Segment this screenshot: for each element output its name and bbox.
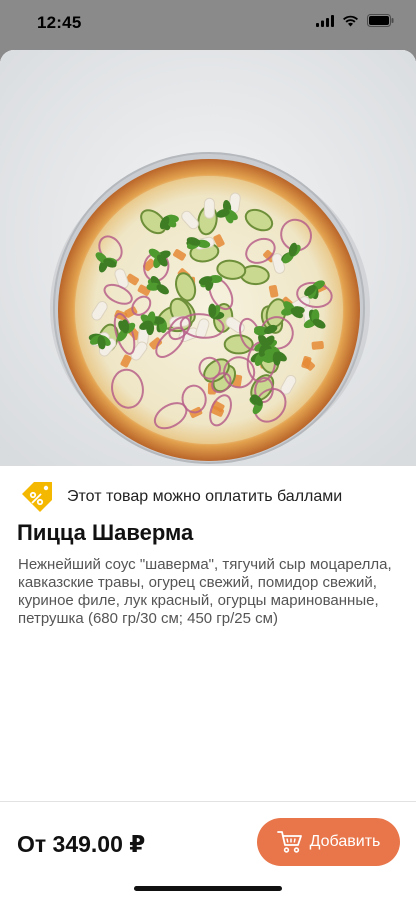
- add-to-cart-button[interactable]: Добавить: [257, 818, 400, 866]
- points-payment-note: Этот товар можно оплатить баллами: [18, 477, 342, 517]
- battery-icon: [367, 14, 394, 27]
- product-title: Пицца Шаверма: [17, 520, 194, 545]
- points-payment-text: Этот товар можно оплатить баллами: [67, 488, 343, 505]
- home-indicator: [134, 886, 282, 891]
- product-description: Нежнейший соус "шаверма", тягучий сыр мо…: [18, 556, 392, 627]
- product-sheet: Этот товар можно оплатить баллами Пицца …: [0, 50, 416, 900]
- status-icons: [316, 14, 394, 27]
- status-bar: 12:45: [0, 0, 416, 44]
- signal-icon: [316, 14, 334, 27]
- product-image: [0, 50, 416, 466]
- status-time: 12:45: [37, 13, 82, 32]
- product-price: От 349.00 ₽: [17, 831, 146, 857]
- discount-tag-icon: [22, 482, 52, 512]
- cart-icon: [276, 831, 302, 853]
- wifi-icon: [343, 15, 358, 26]
- pizza-photo: [0, 50, 416, 466]
- add-to-cart-label: Добавить: [309, 833, 381, 850]
